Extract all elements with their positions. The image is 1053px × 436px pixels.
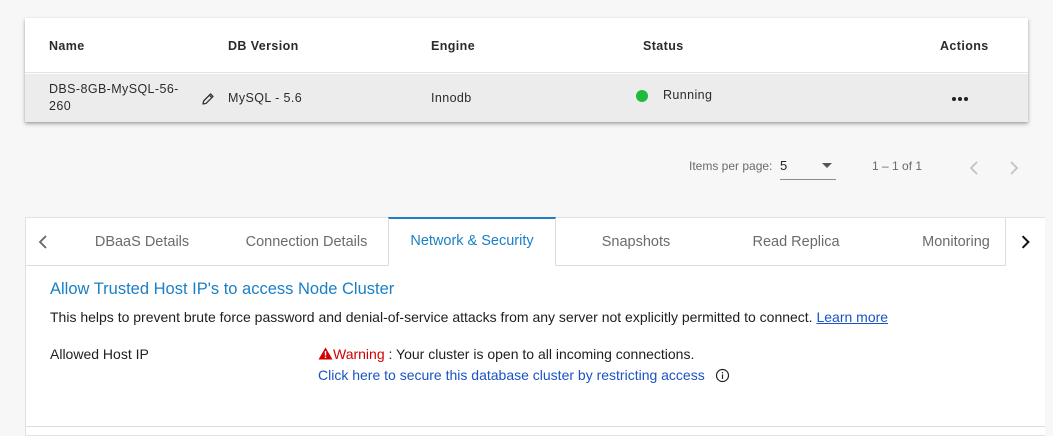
column-header-status[interactable]: Status (643, 39, 684, 53)
secure-cluster-link[interactable]: Click here to secure this database clust… (318, 367, 705, 383)
section-title: Allow Trusted Host IP's to access Node C… (50, 280, 395, 298)
column-header-actions: Actions (940, 39, 989, 53)
db-version-cell: MySQL - 5.6 (228, 91, 303, 105)
description-text: This helps to prevent brute force passwo… (50, 309, 813, 325)
database-table: Name DB Version Engine Status Actions DB… (25, 18, 1028, 122)
items-per-page-select[interactable]: 5 (780, 156, 836, 180)
previous-page-button[interactable] (964, 157, 984, 179)
status-indicator-dot (636, 90, 648, 102)
column-header-engine[interactable]: Engine (431, 39, 475, 53)
warning-triangle-icon (318, 347, 333, 360)
tab-network-security[interactable]: Network & Security (388, 217, 556, 266)
table-row[interactable]: DBS-8GB-MySQL-56-260 MySQL - 5.6 Innodb … (25, 74, 1028, 122)
section-description: This helps to prevent brute force passwo… (50, 309, 888, 325)
learn-more-link[interactable]: Learn more (816, 309, 888, 325)
next-page-button[interactable] (1004, 157, 1024, 179)
panel-divider (26, 426, 1045, 427)
tab-snapshots[interactable]: Snapshots (556, 218, 716, 266)
info-circle-icon[interactable] (715, 368, 730, 383)
tab-scroll-left-button[interactable] (26, 218, 59, 266)
db-name-cell: DBS-8GB-MySQL-56-260 (49, 82, 179, 113)
warning-text: : Your cluster is open to all incoming c… (384, 346, 695, 362)
warning-word: Warning (333, 346, 385, 362)
warning-message: Warning : Your cluster is open to all in… (318, 346, 694, 362)
status-cell: Running (663, 88, 713, 102)
details-tab-panel: DBaaS Details Connection Details Network… (25, 217, 1045, 436)
allowed-host-ip-label: Allowed Host IP (50, 346, 149, 362)
items-per-page-value: 5 (780, 158, 788, 173)
tab-bar: DBaaS Details Connection Details Network… (26, 217, 1045, 266)
tab-connection-details[interactable]: Connection Details (225, 218, 388, 266)
tab-scroll-right-button[interactable] (1005, 218, 1045, 266)
dropdown-caret-icon (822, 163, 832, 168)
more-horizontal-icon[interactable] (950, 92, 970, 106)
column-header-name[interactable]: Name (49, 39, 85, 53)
tab-dbaas-details[interactable]: DBaaS Details (59, 218, 225, 266)
pagination-range: 1 – 1 of 1 (872, 159, 923, 173)
items-per-page-label: Items per page: (689, 159, 773, 173)
column-header-db-version[interactable]: DB Version (228, 39, 299, 53)
table-header: Name DB Version Engine Status Actions (25, 18, 1028, 73)
engine-cell: Innodb (431, 91, 472, 105)
tab-read-replica[interactable]: Read Replica (716, 218, 876, 266)
edit-pencil-icon[interactable] (200, 91, 216, 107)
